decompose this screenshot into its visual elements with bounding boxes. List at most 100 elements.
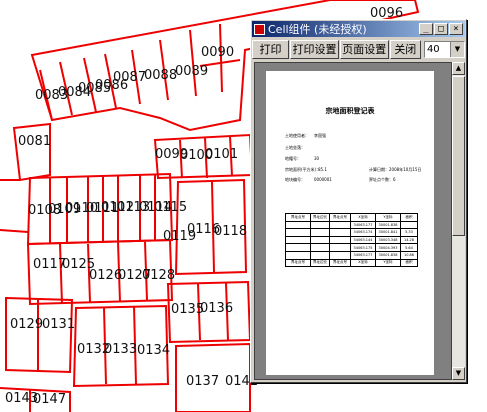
field-value: 6 xyxy=(393,177,396,182)
table-header: 界址边长 xyxy=(310,258,330,268)
table-cell xyxy=(400,220,418,230)
table-row: 34063.175 30004.393 5.64 xyxy=(285,243,418,252)
scroll-thumb[interactable] xyxy=(452,76,465,236)
print-settings-button[interactable]: 打印设置 xyxy=(290,39,339,59)
table-header: 界址点号 xyxy=(329,258,351,268)
table-cell xyxy=(285,235,311,245)
field-label: 土地使用者： xyxy=(285,133,309,138)
field-label: 地块编号： xyxy=(285,177,305,182)
parcel-label: 0137 xyxy=(186,374,219,389)
parcel-label: 0090 xyxy=(201,45,234,60)
window-title: Cell组件 (未经授权) xyxy=(268,23,367,36)
cell-component-window[interactable]: Cell组件 (未经授权) _ □ × 打印 打印设置 页面设置 关闭 40 ▼… xyxy=(250,19,467,383)
scroll-down-icon[interactable]: ▼ xyxy=(452,367,465,380)
minimize-button[interactable]: _ xyxy=(419,23,433,35)
table-cell xyxy=(310,220,330,230)
chevron-down-icon[interactable]: ▼ xyxy=(449,41,464,57)
toolbar: 打印 打印设置 页面设置 关闭 40 ▼ xyxy=(252,38,465,60)
parcel-label: 0101 xyxy=(205,147,238,162)
table-cell: 34063.144 xyxy=(350,235,376,245)
table-cell xyxy=(285,220,311,230)
table-header: Y坐标 xyxy=(375,213,401,222)
maximize-button[interactable]: □ xyxy=(434,23,448,35)
table-cell: 34063.174 xyxy=(350,228,376,237)
print-button[interactable]: 打印 xyxy=(252,39,290,59)
table-row: 34063.174 30001.841 5.33 xyxy=(285,228,418,237)
table-cell: 34063.177 xyxy=(350,220,376,230)
window-titlebar[interactable]: Cell组件 (未经授权) _ □ × xyxy=(252,21,465,37)
coordinate-table: 界址点号 界址边长 界址点号 X坐标 Y坐标 面积 34063.177 30001… xyxy=(285,213,418,268)
parcel-label: 0131 xyxy=(42,317,75,332)
close-window-button[interactable]: × xyxy=(449,23,463,35)
table-cell: 34063.177 xyxy=(350,250,376,260)
parcel-label: 0118 xyxy=(214,224,247,239)
table-cell xyxy=(310,243,330,252)
table-cell xyxy=(285,243,311,252)
table-header: 面积 xyxy=(400,258,418,268)
table-cell: 10.86 xyxy=(400,250,418,260)
vertical-scrollbar[interactable]: ▲ ▼ xyxy=(452,62,465,380)
parcel-label: 0129 xyxy=(10,317,43,332)
table-header: 界址点号 xyxy=(285,213,311,222)
table-cell xyxy=(285,250,311,260)
table-cell xyxy=(310,250,330,260)
field-label: 地籍号： xyxy=(285,156,301,161)
field-value: 30 xyxy=(314,156,320,161)
table-cell: 5.33 xyxy=(400,228,418,237)
table-cell xyxy=(329,228,351,237)
table-header: X坐标 xyxy=(350,258,376,268)
field-label: 计算日期： xyxy=(369,167,389,172)
field-value: 85.1 xyxy=(318,167,327,172)
table-cell: 5.64 xyxy=(400,243,418,252)
parcel-label: 0081 xyxy=(18,134,51,149)
table-cell: 30003.348 xyxy=(375,235,401,245)
field-label: 界址点个数： xyxy=(369,177,393,182)
parcel-label: 0147 xyxy=(33,392,66,407)
table-cell xyxy=(329,235,351,245)
table-cell: 30001.838 xyxy=(375,220,401,230)
report-title: 宗地面积登记表 xyxy=(325,107,375,115)
table-cell xyxy=(329,250,351,260)
field-value: 李国强 xyxy=(314,133,326,138)
field-label: 土地坐落： xyxy=(285,145,305,150)
table-header: 界址点号 xyxy=(329,213,351,222)
table-row: 34063.144 30003.348 14.28 xyxy=(285,235,418,245)
table-cell: 34063.175 xyxy=(350,243,376,252)
table-cell: 14.28 xyxy=(400,235,418,245)
table-header: X坐标 xyxy=(350,213,376,222)
table-cell: 30001.841 xyxy=(375,228,401,237)
table-cell xyxy=(329,220,351,230)
parcel-label: 0088 xyxy=(144,68,177,83)
table-cell xyxy=(285,228,311,237)
app-icon xyxy=(254,23,265,35)
preview-page: 宗地面积登记表 土地使用者： 李国强 土地坐落： 地籍号： 30 宗地面积(平方… xyxy=(266,71,434,375)
field-value: 0000001 xyxy=(314,177,332,182)
table-header-row: 界址点号 界址边长 界址点号 X坐标 Y坐标 面积 xyxy=(285,213,418,222)
table-footer-row: 界址点号 界址边长 界址点号 X坐标 Y坐标 面积 xyxy=(285,258,418,268)
scroll-up-icon[interactable]: ▲ xyxy=(452,62,465,75)
parcel-label: 0134 xyxy=(137,343,170,358)
table-cell xyxy=(329,243,351,252)
close-button[interactable]: 关闭 xyxy=(389,39,421,59)
parcel-label: 0089 xyxy=(175,64,208,79)
parcel-label: 0136 xyxy=(200,301,233,316)
table-cell: 30001.838 xyxy=(375,250,401,260)
table-cell: 30004.393 xyxy=(375,243,401,252)
field-value: 2008年10月15日 xyxy=(389,167,422,172)
table-cell xyxy=(310,228,330,237)
print-preview-area[interactable]: 宗地面积登记表 土地使用者： 李国强 土地坐落： 地籍号： 30 宗地面积(平方… xyxy=(254,62,452,380)
zoom-select[interactable]: 40 ▼ xyxy=(423,40,465,58)
field-label: 宗地面积(平方米)： xyxy=(285,167,321,172)
table-header: 面积 xyxy=(400,213,418,222)
parcel-label: 0115 xyxy=(154,200,187,215)
parcel-label: 0119 xyxy=(163,229,196,244)
table-header: 界址边长 xyxy=(310,213,330,222)
page-settings-button[interactable]: 页面设置 xyxy=(339,39,389,59)
parcel-label: 0133 xyxy=(104,342,137,357)
parcel-label: 0128 xyxy=(142,268,175,283)
table-header: 界址点号 xyxy=(285,258,311,268)
table-row: 34063.177 30001.838 10.86 xyxy=(285,250,418,260)
table-row: 34063.177 30001.838 xyxy=(285,220,418,230)
parcel-label: 0086 xyxy=(95,78,128,93)
table-header: Y坐标 xyxy=(375,258,401,268)
